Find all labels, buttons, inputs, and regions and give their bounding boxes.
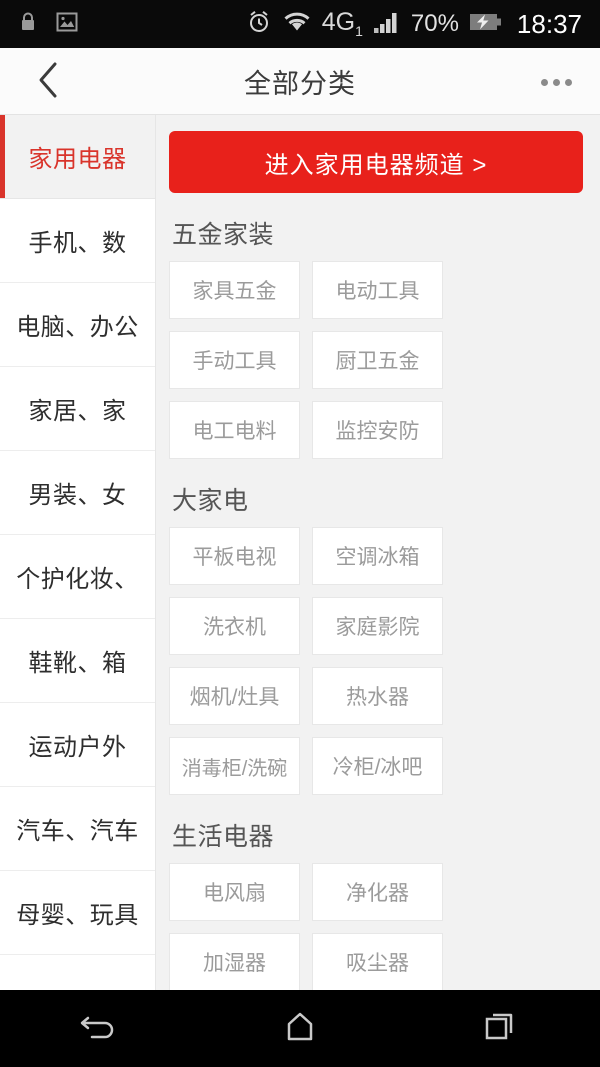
- battery-percent-label: 70%: [410, 10, 459, 37]
- sidebar-item-personal-care-cosmetics[interactable]: 个护化妆、: [0, 535, 155, 619]
- tile-freezer-wine-cooler[interactable]: 冷柜/冰吧: [312, 737, 443, 795]
- section-title-large-appliances: 大家电: [172, 487, 249, 515]
- tile-washing-machine[interactable]: 洗衣机: [169, 597, 300, 655]
- network-type-label: 4G1: [321, 8, 363, 39]
- tile-humidifier[interactable]: 加湿器: [169, 933, 300, 990]
- tile-water-heater[interactable]: 热水器: [312, 667, 443, 725]
- tile-hand-tools[interactable]: 手动工具: [169, 331, 300, 389]
- nav-back-icon: [80, 1009, 120, 1048]
- category-sidebar[interactable]: 家用电器 手机、数 电脑、办公 家居、家 男装、女 个护化妆、 鞋靴、箱 运动户…: [0, 115, 156, 990]
- tile-furniture-hardware[interactable]: 家具五金: [169, 261, 300, 319]
- tile-kitchen-bath-hardware[interactable]: 厨卫五金: [312, 331, 443, 389]
- sidebar-item-home-appliances[interactable]: 家用电器: [0, 115, 155, 199]
- tile-sterilizer-dishwasher[interactable]: 消毒柜/洗碗: [169, 737, 300, 795]
- system-navigation-bar: [0, 990, 600, 1067]
- tile-range-hood-stove[interactable]: 烟机/灶具: [169, 667, 300, 725]
- tile-grid-large-appliances: 平板电视 空调冰箱 洗衣机 家庭影院 烟机/灶具 热水器 消毒柜/洗碗 冷柜/冰…: [169, 527, 583, 795]
- more-dots-icon: [552, 78, 560, 86]
- battery-charging-icon: [469, 11, 503, 38]
- sidebar-item-phones-digital[interactable]: 手机、数: [0, 199, 155, 283]
- nav-recents-button[interactable]: [400, 990, 600, 1067]
- page-title: 全部分类: [244, 68, 356, 99]
- more-options-button[interactable]: [528, 60, 584, 104]
- nav-home-icon: [283, 1009, 317, 1048]
- more-dots-icon: [564, 78, 572, 86]
- tile-power-tools[interactable]: 电动工具: [312, 261, 443, 319]
- tile-vacuum-cleaner[interactable]: 吸尘器: [312, 933, 443, 990]
- sidebar-item-computer-office[interactable]: 电脑、办公: [0, 283, 155, 367]
- status-bar-left: [18, 11, 78, 38]
- sidebar-item-mother-baby-toys[interactable]: 母婴、玩具: [0, 871, 155, 955]
- signal-bars-icon: [373, 10, 401, 39]
- tile-electrical-materials[interactable]: 电工电料: [169, 401, 300, 459]
- tile-air-purifier[interactable]: 净化器: [312, 863, 443, 921]
- nav-recents-icon: [483, 1009, 517, 1048]
- clock-label: 18:37: [516, 9, 582, 39]
- tile-grid-living-appliances: 电风扇 净化器 加湿器 吸尘器 挂烫机/熨斗 取暖电器 饮水机 其它生活电: [169, 863, 583, 990]
- status-bar-right: 4G1 70% 18:37: [246, 9, 582, 40]
- tile-surveillance-security[interactable]: 监控安防: [312, 401, 443, 459]
- tile-home-theater[interactable]: 家庭影院: [312, 597, 443, 655]
- sidebar-item-home-living[interactable]: 家居、家: [0, 367, 155, 451]
- tile-ac-refrigerator[interactable]: 空调冰箱: [312, 527, 443, 585]
- phone-screen: 4G1 70% 18:37 全部分类 家用电器 手机、数 电脑、办公 家居、家 …: [0, 0, 600, 1067]
- nav-home-button[interactable]: [200, 990, 400, 1067]
- alarm-clock-icon: [246, 9, 272, 40]
- sidebar-item-auto-supplies[interactable]: 汽车、汽车: [0, 787, 155, 871]
- image-icon: [56, 11, 78, 38]
- category-detail-panel: 进入家用电器频道 > 五金家装 家具五金 电动工具 手动工具 厨卫五金 电工电料…: [156, 115, 600, 990]
- section-title-living-appliances: 生活电器: [172, 823, 275, 851]
- enter-channel-banner[interactable]: 进入家用电器频道 >: [169, 131, 583, 193]
- tile-electric-fan[interactable]: 电风扇: [169, 863, 300, 921]
- lock-icon: [18, 11, 38, 38]
- nav-back-button[interactable]: [0, 990, 200, 1067]
- section-title-hardware: 五金家装: [172, 221, 275, 249]
- tile-grid-hardware: 家具五金 电动工具 手动工具 厨卫五金 电工电料 监控安防: [169, 261, 583, 459]
- tile-flat-panel-tv[interactable]: 平板电视: [169, 527, 300, 585]
- sidebar-item-mens-womens-wear[interactable]: 男装、女: [0, 451, 155, 535]
- status-bar: 4G1 70% 18:37: [0, 0, 600, 48]
- sidebar-item-shoes-bags[interactable]: 鞋靴、箱: [0, 619, 155, 703]
- wifi-icon: [282, 10, 312, 39]
- more-dots-icon: [540, 78, 548, 86]
- sidebar-item-sports-outdoors[interactable]: 运动户外: [0, 703, 155, 787]
- app-header: 全部分类: [0, 48, 600, 115]
- content-area: 家用电器 手机、数 电脑、办公 家居、家 男装、女 个护化妆、 鞋靴、箱 运动户…: [0, 115, 600, 990]
